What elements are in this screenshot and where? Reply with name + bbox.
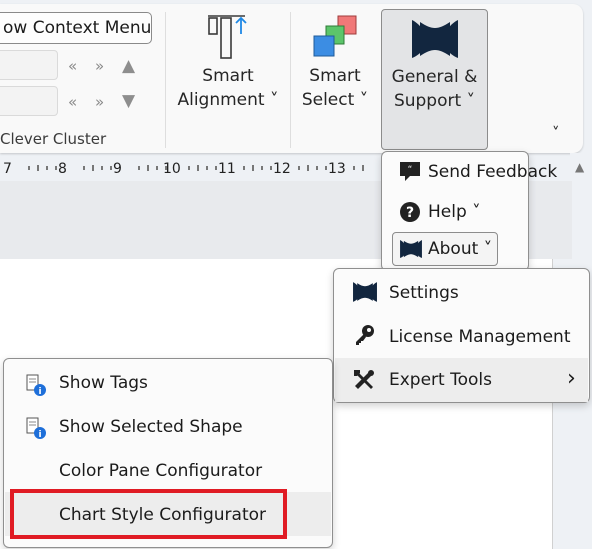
general-support-label-2: Support ˅ (393, 91, 476, 111)
ruler-tick (138, 166, 140, 170)
ruler-tick (110, 166, 112, 170)
license-management-item[interactable]: License Management (389, 327, 570, 347)
ruler-tick (92, 165, 94, 171)
ruler-tick (37, 165, 39, 171)
show-selected-shape-icon: i (26, 417, 46, 440)
chevron-down-icon: ˅ (466, 91, 476, 111)
ruler-tick (83, 166, 85, 170)
chevron-right-icon: › (567, 366, 576, 391)
chevron-down-icon: ˅ (270, 90, 279, 110)
svg-text:“: “ (408, 165, 413, 175)
about-label: About ˅ (428, 239, 493, 259)
ruler-tick (165, 166, 167, 170)
ruler-number: 11 (218, 161, 236, 177)
ruler-tick (147, 165, 149, 171)
ruler-tick (197, 165, 199, 171)
show-selected-shape-item[interactable]: Show Selected Shape (59, 417, 243, 437)
smart-alignment-label-2: Alignment ˅ (177, 90, 279, 110)
ruler-tick (206, 166, 208, 170)
ruler-tick (298, 166, 300, 170)
ruler-tick (243, 166, 245, 170)
ruler-number: 7 (3, 161, 12, 177)
arrow-up-icon[interactable]: ▲ (122, 56, 135, 76)
ruler-number: 13 (328, 161, 346, 177)
general-support-label-1: General & (391, 67, 478, 87)
help-icon: ? (400, 202, 420, 222)
chevron-down-icon: ˅ (483, 239, 493, 259)
cluster-field-bottom[interactable] (0, 86, 58, 116)
about-menu: Settings License Management Expert Tools… (333, 268, 590, 403)
general-support-button[interactable]: General & Support ˅ (381, 9, 488, 150)
chevron-down-icon: ˅ (472, 202, 481, 222)
cluster-field-top[interactable] (0, 50, 58, 80)
ruler-tick (353, 166, 355, 170)
send-feedback-item[interactable]: Send Feedback (428, 162, 557, 182)
arrow-down-icon[interactable]: ▼ (122, 91, 135, 111)
prev-icon[interactable]: « (68, 57, 77, 75)
tools-icon (354, 370, 374, 389)
ruler-tick (325, 166, 327, 170)
show-tags-icon: i (26, 374, 46, 397)
ruler-number: 9 (113, 161, 122, 177)
next-icon-2[interactable]: » (95, 93, 104, 111)
smart-alignment-button[interactable]: Smart Alignment ˅ (172, 12, 284, 132)
expert-tools-item[interactable]: Expert Tools › (335, 358, 588, 402)
brand-logo-icon (353, 282, 377, 302)
ruler-tick (261, 166, 263, 170)
ruler-tick (316, 166, 318, 170)
alignment-icon (208, 15, 247, 59)
ruler-tick (215, 166, 217, 170)
show-tags-item[interactable]: Show Tags (59, 373, 148, 393)
ruler-tick (28, 166, 30, 170)
ruler-number: 8 (58, 161, 67, 177)
ruler-tick (270, 166, 272, 170)
help-item[interactable]: Help ˅ (428, 202, 481, 222)
separator (165, 12, 166, 148)
smart-select-button[interactable]: Smart Select ˅ (296, 12, 374, 132)
key-icon (356, 325, 374, 345)
expert-tools-label: Expert Tools (389, 370, 492, 390)
svg-text:?: ? (406, 205, 414, 221)
scroll-up-icon[interactable]: ▲ (575, 160, 584, 174)
smart-select-label-1: Smart (309, 66, 361, 86)
chevron-down-icon: ˅ (359, 90, 369, 110)
svg-text:i: i (38, 430, 41, 440)
ruler-tick (188, 166, 190, 170)
smart-alignment-label-1: Smart (202, 66, 254, 86)
prev-icon-2[interactable]: « (68, 93, 77, 111)
about-item[interactable]: About ˅ (392, 232, 498, 266)
settings-item[interactable]: Settings (389, 283, 459, 303)
collapse-ribbon-icon[interactable]: ˅ (552, 124, 560, 142)
group-label-clever-cluster: Clever Cluster (0, 130, 107, 148)
ruler-tick (55, 166, 57, 170)
ruler-number: 12 (273, 161, 291, 177)
brand-logo-icon (412, 20, 458, 58)
ruler-tick (156, 166, 158, 170)
svg-text:i: i (38, 387, 41, 397)
color-pane-configurator-item[interactable]: Color Pane Configurator (59, 461, 262, 481)
ruler-tick (307, 165, 309, 171)
highlight-box (10, 489, 287, 539)
ruler-tick (101, 166, 103, 170)
next-icon[interactable]: » (95, 57, 104, 75)
ruler-tick (252, 165, 254, 171)
brand-logo-icon (400, 239, 422, 259)
smart-select-label-2: Select ˅ (301, 90, 369, 110)
feedback-icon: “ (400, 162, 420, 181)
separator (290, 12, 291, 148)
smart-select-icon (313, 15, 357, 57)
ruler-tick (46, 166, 48, 170)
ruler-tick (362, 165, 364, 171)
show-context-menu-button[interactable]: ow Context Menu (0, 12, 152, 44)
